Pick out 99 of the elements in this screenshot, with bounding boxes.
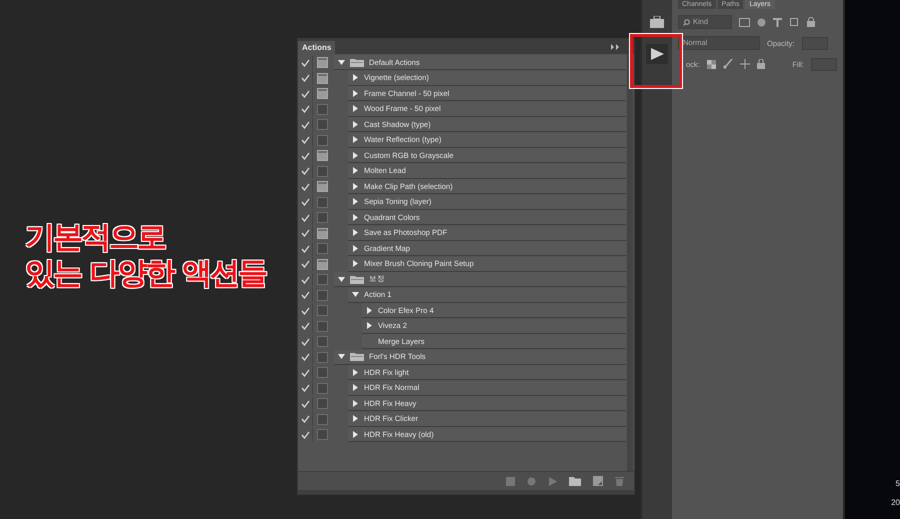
checkmark-icon[interactable] [300, 353, 310, 362]
dialog-toggle[interactable] [317, 367, 328, 378]
folder-icon [350, 352, 364, 362]
checkmark-icon[interactable] [300, 322, 310, 330]
image-filter-icon[interactable] [739, 18, 750, 26]
checkmark-icon[interactable] [300, 276, 310, 284]
annotation-text: 있는 다양한 액션들 [25, 256, 266, 292]
dialog-toggle[interactable] [317, 119, 328, 130]
canvas-text: 20 [891, 498, 900, 507]
move-icon[interactable] [740, 59, 750, 69]
collapsed-triangle-icon[interactable] [352, 229, 359, 236]
collapsed-triangle-icon[interactable] [352, 415, 359, 422]
collapsed-triangle-icon[interactable] [366, 322, 373, 330]
collapsed-triangle-icon[interactable] [352, 244, 359, 252]
dialog-toggle[interactable] [317, 258, 328, 270]
folder-icon [350, 274, 364, 284]
checkmark-icon[interactable] [300, 90, 310, 98]
dialog-toggle[interactable] [317, 212, 328, 224]
checkmark-icon[interactable] [300, 136, 310, 144]
actions-play-button[interactable] [646, 44, 668, 64]
checkmark-icon[interactable] [300, 105, 310, 114]
checkmark-icon[interactable] [300, 58, 310, 67]
expanded-triangle-icon[interactable] [338, 353, 345, 360]
collapsed-triangle-icon[interactable] [352, 182, 359, 190]
collapsed-triangle-icon[interactable] [352, 260, 359, 268]
checkmark-icon[interactable] [300, 152, 310, 160]
checkmark-icon[interactable] [300, 430, 310, 439]
checker-icon[interactable] [706, 60, 716, 68]
checkmark-icon[interactable] [300, 182, 310, 191]
dialog-toggle[interactable] [317, 196, 328, 208]
collapsed-triangle-icon[interactable] [352, 90, 359, 97]
dialog-toggle[interactable] [317, 305, 328, 316]
folder-icon [350, 58, 364, 67]
collapsed-triangle-icon[interactable] [352, 400, 359, 407]
checkmark-icon[interactable] [300, 384, 310, 392]
dialog-toggle[interactable] [317, 398, 328, 410]
checkmark-icon[interactable] [300, 229, 310, 238]
dialog-toggle[interactable] [317, 57, 328, 68]
checkmark-icon[interactable] [300, 338, 310, 346]
expanded-triangle-icon[interactable] [338, 58, 345, 66]
checkmark-icon[interactable] [300, 368, 310, 377]
checkmark-icon[interactable] [300, 74, 310, 82]
dialog-toggle[interactable] [317, 150, 328, 162]
collapsed-triangle-icon[interactable] [352, 430, 359, 438]
dialog-toggle[interactable] [317, 336, 328, 348]
checkmark-icon[interactable] [300, 167, 310, 176]
checkmark-icon[interactable] [300, 291, 310, 300]
dialog-toggle[interactable] [317, 429, 328, 440]
dialog-toggle[interactable] [317, 414, 328, 425]
dialog-toggle[interactable] [317, 290, 328, 301]
highlight-frame [630, 34, 682, 88]
panel-menu-icon[interactable] [611, 44, 620, 50]
dialog-toggle[interactable] [317, 134, 328, 146]
expanded-triangle-icon[interactable] [338, 276, 345, 283]
lock-icon[interactable] [756, 59, 765, 69]
collapsed-triangle-icon[interactable] [366, 306, 373, 314]
dialog-toggle[interactable] [317, 352, 328, 363]
dialog-toggle[interactable] [317, 72, 328, 84]
search-icon [683, 18, 690, 26]
checkmark-icon[interactable] [300, 400, 310, 408]
collapsed-triangle-icon[interactable] [352, 214, 359, 221]
collapsed-triangle-icon[interactable] [352, 167, 359, 174]
collapsed-triangle-icon[interactable] [352, 120, 359, 128]
collapsed-triangle-icon[interactable] [352, 136, 359, 144]
dialog-toggle[interactable] [317, 320, 328, 332]
dialog-toggle[interactable] [317, 104, 328, 115]
text-filter-icon[interactable] [773, 18, 782, 26]
actions-tab[interactable]: Actions [298, 41, 336, 54]
folder-icon[interactable] [569, 476, 581, 486]
dialog-toggle[interactable] [317, 88, 328, 100]
dialog-toggle[interactable] [317, 228, 328, 239]
briefcase-icon[interactable] [650, 16, 664, 28]
play-icon [650, 48, 664, 60]
smart-object-filter-icon[interactable] [806, 17, 816, 27]
collapsed-triangle-icon[interactable] [352, 152, 359, 159]
collapsed-triangle-icon[interactable] [352, 368, 359, 376]
dialog-toggle[interactable] [317, 243, 328, 254]
annotation-text: 기본적으로 [25, 220, 166, 256]
shape-filter-icon[interactable] [789, 17, 799, 27]
checkmark-icon[interactable] [300, 415, 310, 424]
dialog-toggle[interactable] [317, 181, 328, 192]
collapsed-triangle-icon[interactable] [352, 198, 359, 206]
checkmark-icon[interactable] [300, 260, 310, 268]
checkmark-icon[interactable] [300, 198, 310, 206]
dialog-toggle[interactable] [317, 274, 328, 286]
canvas-text: 5 [896, 479, 900, 488]
collapsed-triangle-icon[interactable] [352, 384, 359, 392]
expanded-triangle-icon[interactable] [352, 291, 359, 298]
new-item-icon[interactable] [593, 476, 603, 486]
dialog-toggle[interactable] [317, 166, 328, 177]
checkmark-icon[interactable] [300, 306, 310, 315]
collapsed-triangle-icon[interactable] [352, 105, 359, 112]
checkmark-icon[interactable] [300, 120, 310, 129]
checkmark-icon[interactable] [300, 244, 310, 253]
dialog-toggle[interactable] [317, 382, 328, 394]
collapsed-triangle-icon[interactable] [352, 74, 359, 82]
circle-filter-icon[interactable] [757, 18, 766, 26]
brush-icon[interactable] [722, 59, 733, 69]
checkmark-icon[interactable] [300, 214, 310, 222]
